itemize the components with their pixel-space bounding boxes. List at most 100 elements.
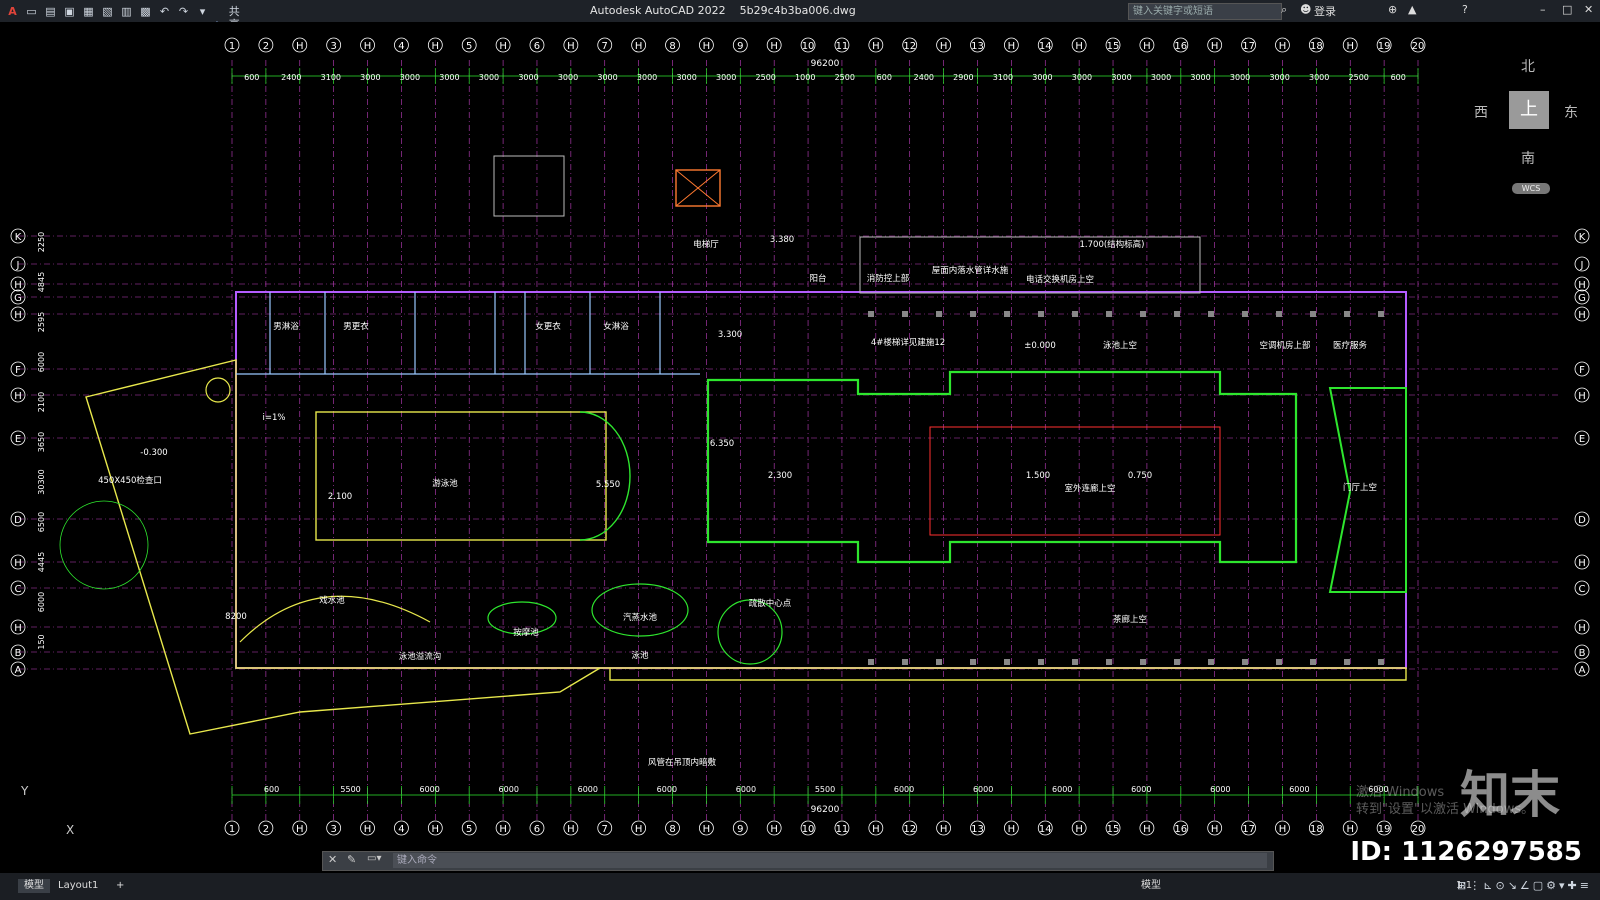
column [1310, 311, 1316, 317]
room-label: 8200 [225, 612, 247, 622]
cart-icon[interactable]: ⊕ [1388, 3, 1397, 16]
save-icon[interactable]: ▣ [63, 5, 76, 18]
dim-text-top: 3000 [637, 73, 657, 82]
grid-label-top: 7 [602, 41, 608, 52]
dim-text-top: 600 [244, 73, 259, 82]
search-input[interactable]: 键入关键字或短语 [1128, 3, 1282, 20]
undo-icon[interactable]: ↶ [158, 5, 171, 18]
dim-text-top: 3000 [1269, 73, 1289, 82]
grid-label-bottom: 3 [330, 824, 336, 835]
add-layout-button[interactable]: + [110, 879, 130, 893]
grid-label-top: 9 [737, 41, 743, 52]
room-label: 1.500 [1026, 471, 1050, 481]
command-history-icon[interactable]: ▭▾ [367, 853, 381, 864]
dim-text-left: 6000 [37, 352, 46, 372]
customize-dropdown-icon[interactable]: ▾ [196, 5, 209, 18]
wcs-menu[interactable]: WCS [1512, 183, 1550, 194]
dim-text-left: 4445 [37, 552, 46, 572]
grid-label-top: 11 [836, 41, 849, 52]
grid-label-right: B [1579, 648, 1586, 659]
grid-label-left: H [14, 280, 22, 291]
dim-text-top: 3000 [716, 73, 736, 82]
drawing-canvas[interactable]: 1 1 2 2 H H 3 3 H H 4 4 H H 5 5 H H 6 6 H H 7 7 H H 8 8 H H 9 9 H H 10 10 11… [0, 22, 1600, 873]
close-icon[interactable]: ✕ [1584, 3, 1593, 16]
grid-label-bottom: 15 [1107, 824, 1120, 835]
save-as-icon[interactable]: ▦ [82, 5, 95, 18]
atrium-outline [706, 370, 1298, 564]
column [1072, 311, 1078, 317]
dim-text-top: 3000 [597, 73, 617, 82]
web-save-icon[interactable]: ▧ [101, 5, 114, 18]
grid-label-bottom: H [432, 824, 440, 835]
dim-text-bottom: 6000 [1289, 785, 1309, 794]
grid-label-bottom: H [1346, 824, 1354, 835]
grid-label-bottom: 6 [534, 824, 540, 835]
grid-label-top: H [364, 41, 372, 52]
redo-icon[interactable]: ↷ [177, 5, 190, 18]
login-link[interactable]: 登录 [1314, 3, 1336, 19]
command-line: ✕ ✎ ▭▾ 键入命令 [322, 851, 1274, 871]
grid-label-top: 13 [971, 41, 984, 52]
grid-label-top: H [703, 41, 711, 52]
dim-text-bottom: 6000 [894, 785, 914, 794]
file-name: 5b29c4b3ba006.dwg [739, 4, 856, 17]
dim-text-left: 4845 [37, 272, 46, 292]
dim-total-bottom: 96200 [811, 805, 840, 815]
column [902, 659, 908, 665]
tab-layout1[interactable]: Layout1 [52, 879, 104, 893]
customize-commandline-icon[interactable]: ✎ [347, 853, 356, 866]
grid-label-bottom: 19 [1378, 824, 1391, 835]
grid-label-top: H [872, 41, 880, 52]
plot-icon[interactable]: ▥ [120, 5, 133, 18]
maximize-icon[interactable]: □ [1562, 3, 1572, 16]
dim-text-left: 2250 [37, 232, 46, 252]
grid-label-left: H [14, 391, 22, 402]
column [1004, 659, 1010, 665]
print-icon[interactable]: ▩ [139, 5, 152, 18]
autodesk-app-icon[interactable]: ▲ [1408, 3, 1416, 16]
grid-label-top: 15 [1107, 41, 1120, 52]
grid-label-top: 1 [229, 41, 235, 52]
grid-label-bottom: 11 [836, 824, 849, 835]
dim-text-top: 3000 [518, 73, 538, 82]
spiral-stair [717, 599, 783, 665]
column [1242, 311, 1248, 317]
grid-label-bottom: H [1075, 824, 1083, 835]
room-label: 阳台 [809, 273, 826, 284]
minimize-icon[interactable]: – [1540, 3, 1546, 16]
grid-label-bottom: 18 [1310, 824, 1323, 835]
grid-label-right: H [1578, 310, 1586, 321]
user-icon[interactable]: ☻ [1300, 3, 1311, 16]
tab-model[interactable]: 模型 [18, 879, 50, 893]
dim-text-top: 2400 [914, 73, 934, 82]
column [1344, 311, 1350, 317]
room-label: 风管在吊顶内暗敷 [648, 757, 717, 768]
help-icon[interactable]: ? [1462, 3, 1468, 16]
grid-label-right: E [1579, 434, 1585, 445]
grid-label-top: 2 [263, 41, 269, 52]
grid-label-bottom: H [1211, 824, 1219, 835]
dim-text-top: 3000 [400, 73, 420, 82]
open-file-icon[interactable]: ▤ [44, 5, 57, 18]
room-label: 按摩池 [513, 627, 539, 638]
search-icon[interactable]: ⌕ [1281, 3, 1287, 17]
model-space-button[interactable]: 模型 [1135, 879, 1167, 893]
new-file-icon[interactable]: ▭ [25, 5, 38, 18]
dim-text-top: 3000 [1309, 73, 1329, 82]
viewcube-top-face[interactable]: 上 [1509, 91, 1549, 129]
grid-label-top: 6 [534, 41, 540, 52]
autocad-logo-icon[interactable]: A [6, 5, 19, 18]
grid-label-top: H [1279, 41, 1287, 52]
dim-text-top: 3000 [676, 73, 696, 82]
status-tray-icons[interactable]: ⊞⋮⊾⊙↘∠▢⚙▾✚≡ [1457, 879, 1592, 892]
grid-label-bottom: 20 [1412, 824, 1425, 835]
grid-label-top: H [940, 41, 948, 52]
dim-text-bottom: 6000 [578, 785, 598, 794]
close-commandline-icon[interactable]: ✕ [328, 853, 337, 866]
command-input[interactable]: 键入命令 [393, 853, 1267, 868]
dim-text-bottom: 6000 [736, 785, 756, 794]
grid-label-top: H [567, 41, 575, 52]
share-button[interactable]: ➤ 共享 [215, 5, 241, 31]
room-label: ±0.000 [1024, 341, 1055, 351]
grid-label-top: 14 [1039, 41, 1052, 52]
